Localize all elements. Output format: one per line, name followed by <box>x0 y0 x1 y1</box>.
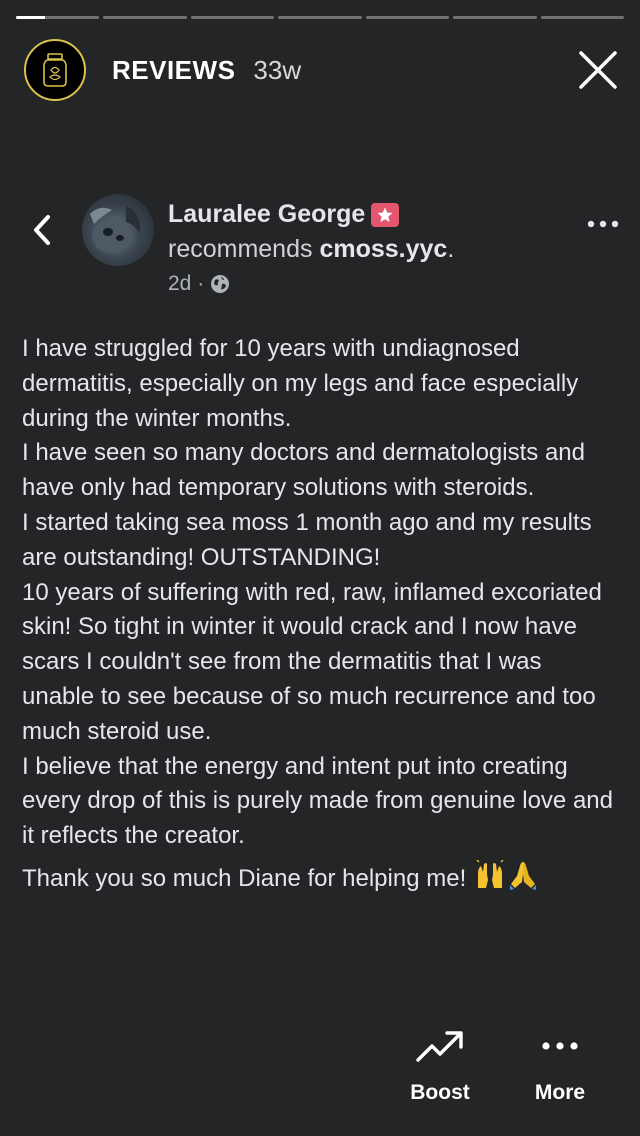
post-header: Lauralee George recommends cmoss.yyc. 2d… <box>24 192 620 302</box>
post-meta: Lauralee George recommends cmoss.yyc. 2d… <box>168 200 454 296</box>
raising-hands-emoji <box>473 859 507 901</box>
time-line: 2d · <box>168 272 454 296</box>
story-age: 33w <box>253 54 302 85</box>
close-button[interactable] <box>578 50 618 90</box>
recommends-suffix: . <box>447 235 455 263</box>
post-paragraph: I have seen so many doctors and dermatol… <box>22 439 585 502</box>
post-paragraph: I believe that the energy and intent put… <box>22 752 613 850</box>
author-photo <box>90 206 141 253</box>
more-dots-icon <box>542 1042 578 1050</box>
more-button[interactable]: More <box>510 1026 610 1105</box>
globe-icon <box>211 275 230 293</box>
story-progress <box>16 16 624 19</box>
post-body: I have struggled for 10 years with undia… <box>22 332 618 901</box>
post-paragraph: I started taking sea moss 1 month ago an… <box>22 508 592 571</box>
progress-segment <box>190 16 275 19</box>
recommends-prefix: recommends <box>168 235 320 263</box>
progress-segment <box>453 16 537 19</box>
progress-fill <box>16 16 46 19</box>
boost-label: Boost <box>410 1081 470 1104</box>
star-icon <box>377 207 393 222</box>
post-time[interactable]: 2d <box>168 272 191 296</box>
progress-segment <box>540 16 624 19</box>
close-icon <box>579 51 617 89</box>
jar-logo-icon <box>43 53 67 87</box>
story-header: REVIEWS 33w <box>24 39 620 101</box>
author-line: Lauralee George <box>168 200 454 229</box>
story-avatar[interactable] <box>24 39 86 101</box>
post-paragraph: 10 years of suffering with red, raw, inf… <box>22 578 602 745</box>
story-actions-bar: Boost More <box>0 1026 640 1136</box>
post-options-button[interactable] <box>586 214 620 234</box>
progress-segment <box>103 16 187 19</box>
author-avatar[interactable] <box>82 194 154 266</box>
boost-button[interactable]: Boost <box>390 1026 490 1105</box>
post-thanks-line: Thank you so much Diane for helping me! <box>22 859 618 901</box>
time-separator: · <box>191 272 211 295</box>
back-button[interactable] <box>28 212 54 248</box>
author-name[interactable]: Lauralee George <box>168 200 365 229</box>
recommend-line: recommends cmoss.yyc. <box>168 235 454 264</box>
thanks-text: Thank you so much Diane for helping me! <box>22 864 473 892</box>
story-title[interactable]: REVIEWS <box>112 55 235 86</box>
progress-segment <box>365 16 450 19</box>
progress-segment <box>278 16 362 19</box>
more-dots-icon <box>587 220 619 228</box>
folded-hands-emoji <box>507 860 539 901</box>
recommend-badge-icon <box>371 202 400 227</box>
progress-segment <box>16 16 100 19</box>
more-label: More <box>534 1081 586 1104</box>
chevron-left-icon <box>34 215 50 245</box>
trending-up-icon <box>416 1031 463 1062</box>
post-paragraph: I have struggled for 10 years with undia… <box>22 335 579 432</box>
page-name-link[interactable]: cmoss.yyc <box>319 235 447 263</box>
